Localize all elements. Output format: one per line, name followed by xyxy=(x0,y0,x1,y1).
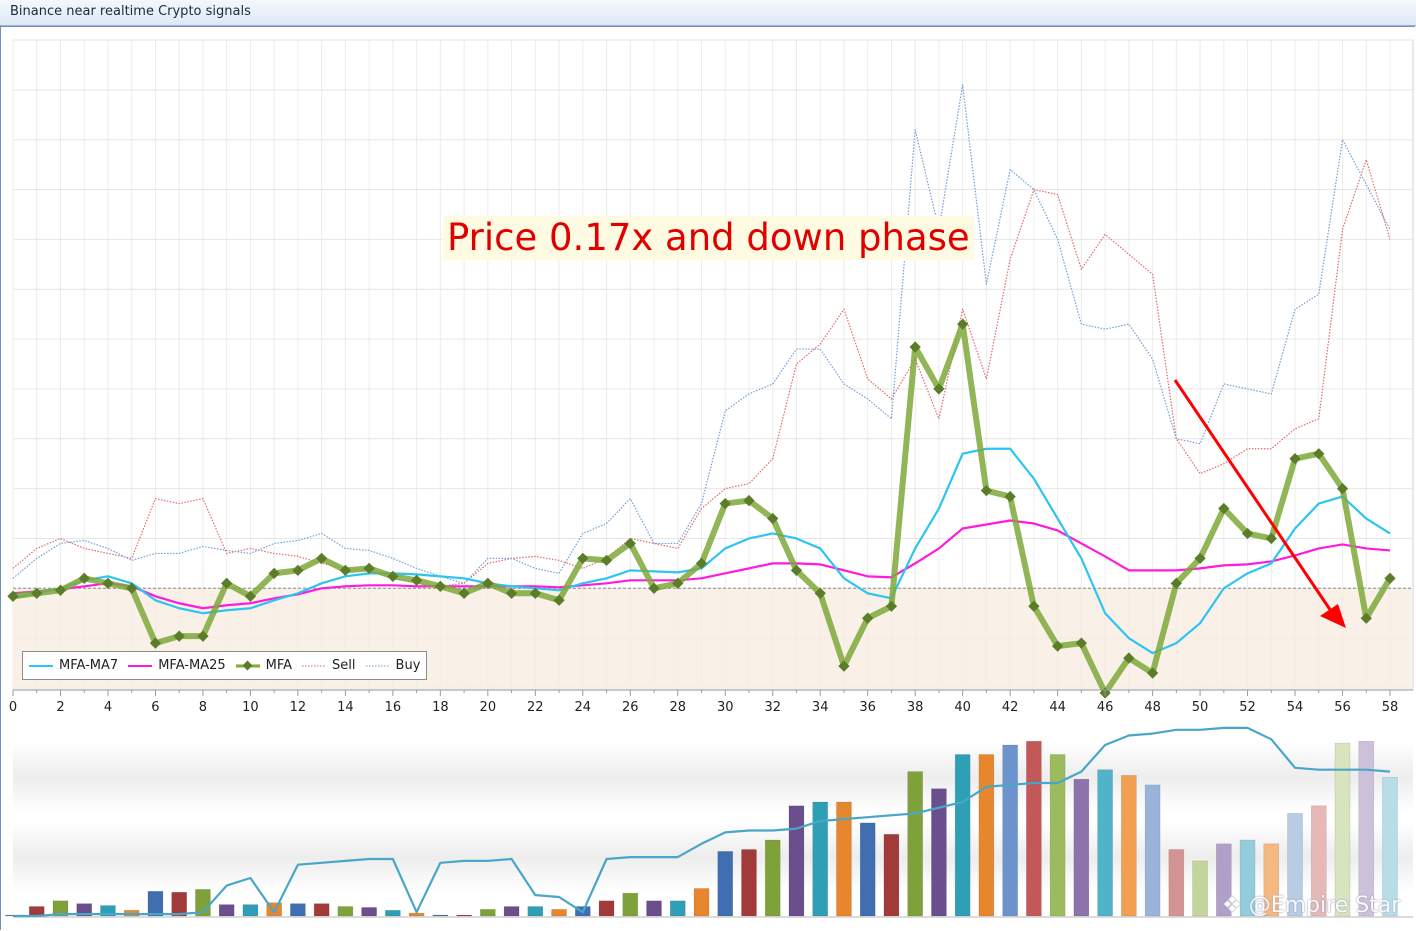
volume-bar xyxy=(527,906,544,917)
x-tick-label: 20 xyxy=(480,700,497,715)
volume-bar xyxy=(313,903,330,917)
legend-item-sell: Sell xyxy=(300,658,356,673)
volume-bar xyxy=(218,904,235,917)
x-tick-label: 14 xyxy=(337,700,354,715)
x-tick-label: 12 xyxy=(290,700,307,715)
x-tick-label: 8 xyxy=(199,700,207,715)
x-tick-label: 52 xyxy=(1239,700,1256,715)
volume-bar xyxy=(741,849,757,917)
volume-bar xyxy=(717,851,734,917)
volume-bar xyxy=(646,900,662,917)
chart-legend: MFA-MA7 MFA-MA25 MFA Sell Buy xyxy=(22,651,428,680)
x-tick-label: 24 xyxy=(575,700,592,715)
x-tick-label: 36 xyxy=(859,700,876,715)
x-tick-label: 50 xyxy=(1192,700,1209,715)
legend-swatch-buy xyxy=(364,660,392,672)
signal-line-chart: 0 2 4 6 8 10 12 14 16 18 20 22 24 26 28 30 32 34 36 38 40 42 4… xyxy=(7,39,1414,715)
legend-swatch-sell xyxy=(300,660,328,672)
legend-item-ma25: MFA-MA25 xyxy=(126,658,226,673)
volume-bar xyxy=(1049,754,1066,917)
x-tick-label: 22 xyxy=(527,700,544,715)
volume-bar xyxy=(622,892,639,917)
volume-bar xyxy=(432,914,449,917)
x-tick-label: 18 xyxy=(432,700,449,715)
volume-bar xyxy=(598,900,615,917)
legend-swatch-ma7 xyxy=(27,660,55,672)
x-tick-label: 2 xyxy=(56,700,64,715)
legend-label-mfa: MFA xyxy=(265,658,293,673)
volume-bar xyxy=(954,754,971,917)
x-tick-label: 16 xyxy=(385,700,402,715)
legend-item-ma7: MFA-MA7 xyxy=(27,658,118,673)
volume-bar xyxy=(290,903,306,917)
volume-bar xyxy=(1192,860,1208,917)
volume-bar xyxy=(242,904,259,917)
x-tick-label: 56 xyxy=(1334,700,1351,715)
volume-bar xyxy=(551,909,567,917)
legend-swatch-mfa xyxy=(234,660,262,672)
volume-bar xyxy=(1002,744,1018,917)
watermark: ❖ @Empire Star xyxy=(1222,893,1400,918)
legend-label-sell: Sell xyxy=(332,658,356,673)
watermark-icon: ❖ xyxy=(1222,893,1249,918)
legend-item-buy: Buy xyxy=(364,658,421,673)
legend-label-ma7: MFA-MA7 xyxy=(59,658,119,673)
volume-bar xyxy=(503,906,520,917)
volume-bar xyxy=(1121,775,1137,917)
x-tick-label: 40 xyxy=(954,700,971,715)
legend-item-mfa: MFA xyxy=(234,658,292,673)
volume-bar xyxy=(147,891,164,917)
x-tick-label: 10 xyxy=(242,700,259,715)
watermark-text: @Empire Star xyxy=(1248,893,1401,918)
x-tick-label: 34 xyxy=(812,700,829,715)
x-tick-label: 32 xyxy=(764,700,781,715)
x-tick-label: 0 xyxy=(9,700,17,715)
x-tick-label: 30 xyxy=(717,700,734,715)
volume-bar xyxy=(1358,740,1375,917)
x-tick-label: 38 xyxy=(907,700,924,715)
volume-bar xyxy=(1097,769,1113,917)
x-tick-label: 46 xyxy=(1097,700,1114,715)
window-title: Binance near realtime Crypto signals xyxy=(10,4,251,19)
legend-label-buy: Buy xyxy=(395,658,421,673)
volume-bar xyxy=(669,900,686,917)
x-tick-label: 6 xyxy=(151,700,159,715)
x-tick-label: 48 xyxy=(1144,700,1161,715)
x-tick-label: 54 xyxy=(1287,700,1304,715)
volume-bar xyxy=(171,891,187,917)
volume-bar xyxy=(907,771,923,917)
volume-bar xyxy=(408,912,425,917)
volume-band xyxy=(13,742,1413,812)
x-axis: 0 2 4 6 8 10 12 14 16 18 20 22 24 26 28 30 32 34 36 38 40 42 4… xyxy=(9,689,1413,715)
volume-bar xyxy=(978,754,995,917)
chart-annotation: Price 0.17x and down phase xyxy=(443,216,974,260)
volume-bar xyxy=(859,822,876,917)
volume-bar-chart xyxy=(5,722,1413,918)
volume-bar xyxy=(1073,778,1090,917)
x-tick-label: 26 xyxy=(622,700,639,715)
volume-bar xyxy=(788,805,805,917)
volume-bar xyxy=(385,910,401,917)
x-tick-label: 44 xyxy=(1049,700,1066,715)
x-tick-label: 4 xyxy=(104,700,112,715)
volume-bar xyxy=(1144,784,1161,917)
volume-bar xyxy=(764,839,781,917)
x-tick-label: 58 xyxy=(1382,700,1399,715)
x-tick-label: 42 xyxy=(1002,700,1019,715)
legend-label-ma25: MFA-MA25 xyxy=(158,658,226,673)
volume-bar xyxy=(1168,849,1185,917)
volume-bar xyxy=(361,907,377,917)
volume-bar xyxy=(480,909,496,917)
x-tick-label: 28 xyxy=(669,700,686,715)
window-titlebar: Binance near realtime Crypto signals xyxy=(0,0,1416,26)
volume-bar xyxy=(456,914,472,917)
volume-bar xyxy=(337,906,354,917)
legend-swatch-ma25 xyxy=(126,660,154,672)
volume-bar xyxy=(883,834,900,917)
volume-bar xyxy=(1026,740,1042,917)
volume-bar xyxy=(693,888,710,917)
volume-bar xyxy=(812,801,829,917)
